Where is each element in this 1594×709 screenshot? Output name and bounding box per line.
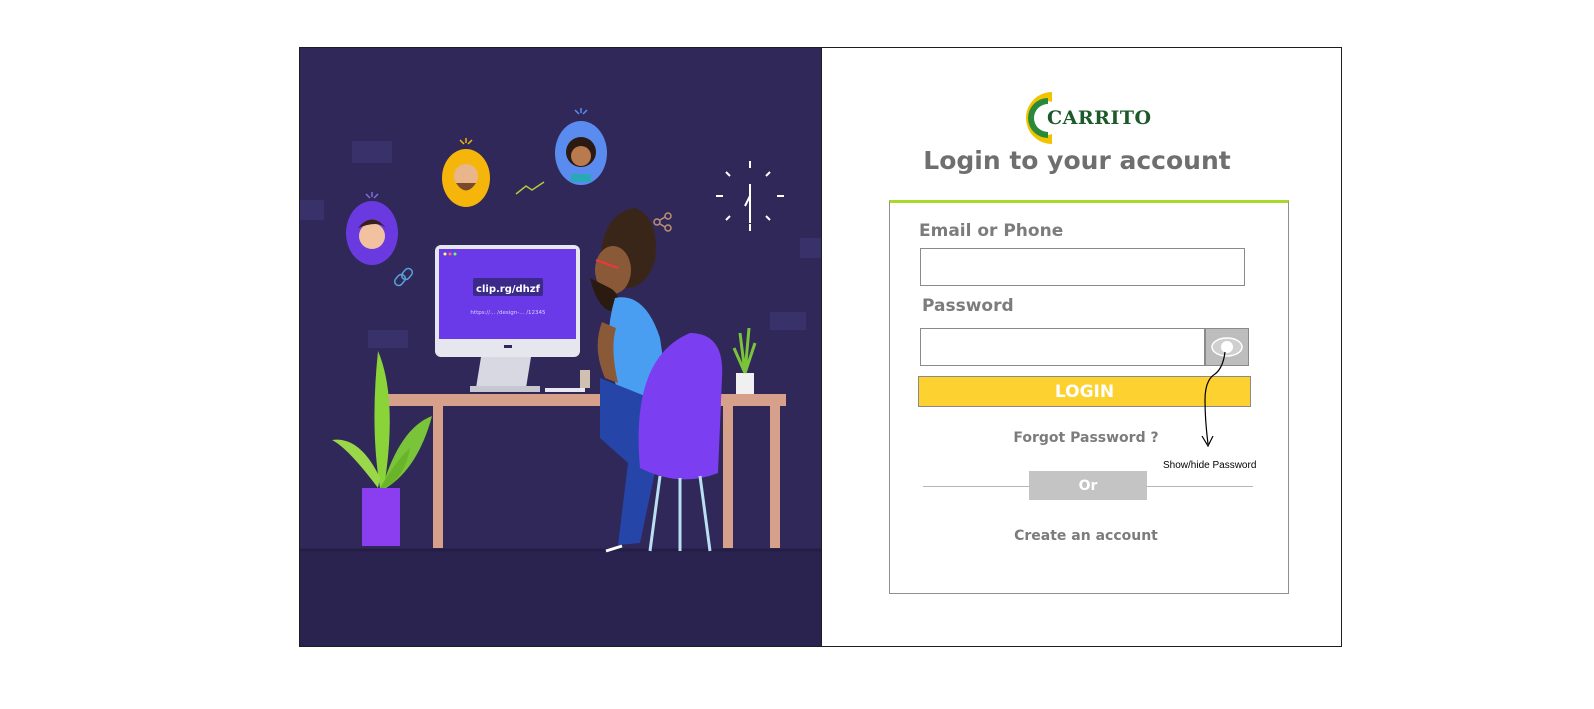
screen-label: clip.rg/dhzf: [476, 284, 541, 295]
screen-sublabel: https://... /design-... /12345: [470, 310, 546, 316]
avatar-yellow-icon: [442, 138, 490, 207]
illustration-panel: clip.rg/dhzf https://... /design-... /12…: [300, 48, 822, 646]
password-label: Password: [922, 296, 1014, 316]
workspace-illustration: clip.rg/dhzf https://... /design-... /12…: [300, 108, 821, 646]
annotation-arrow: [1201, 351, 1226, 448]
or-separator: Or: [1029, 471, 1147, 500]
clock-icon: [716, 161, 784, 231]
avatar-blue-icon: [555, 108, 607, 185]
logo-text: CARRITO: [1047, 107, 1152, 129]
avatar-purple-icon: [346, 192, 398, 265]
login-window: clip.rg/dhzf https://... /design-... /12…: [299, 47, 1342, 647]
password-field[interactable]: [920, 328, 1205, 366]
email-label: Email or Phone: [919, 221, 1064, 241]
link-icon: [393, 267, 414, 287]
trend-icon: [515, 181, 545, 195]
share-icon: [653, 212, 672, 232]
page-title: Login to your account: [923, 146, 1231, 175]
login-panel: CARRITO Login to your account Email or P…: [822, 48, 1341, 646]
annotation-label: Show/hide Password: [1163, 460, 1257, 471]
email-field[interactable]: [920, 248, 1245, 286]
create-account-link[interactable]: Create an account: [890, 528, 1282, 544]
